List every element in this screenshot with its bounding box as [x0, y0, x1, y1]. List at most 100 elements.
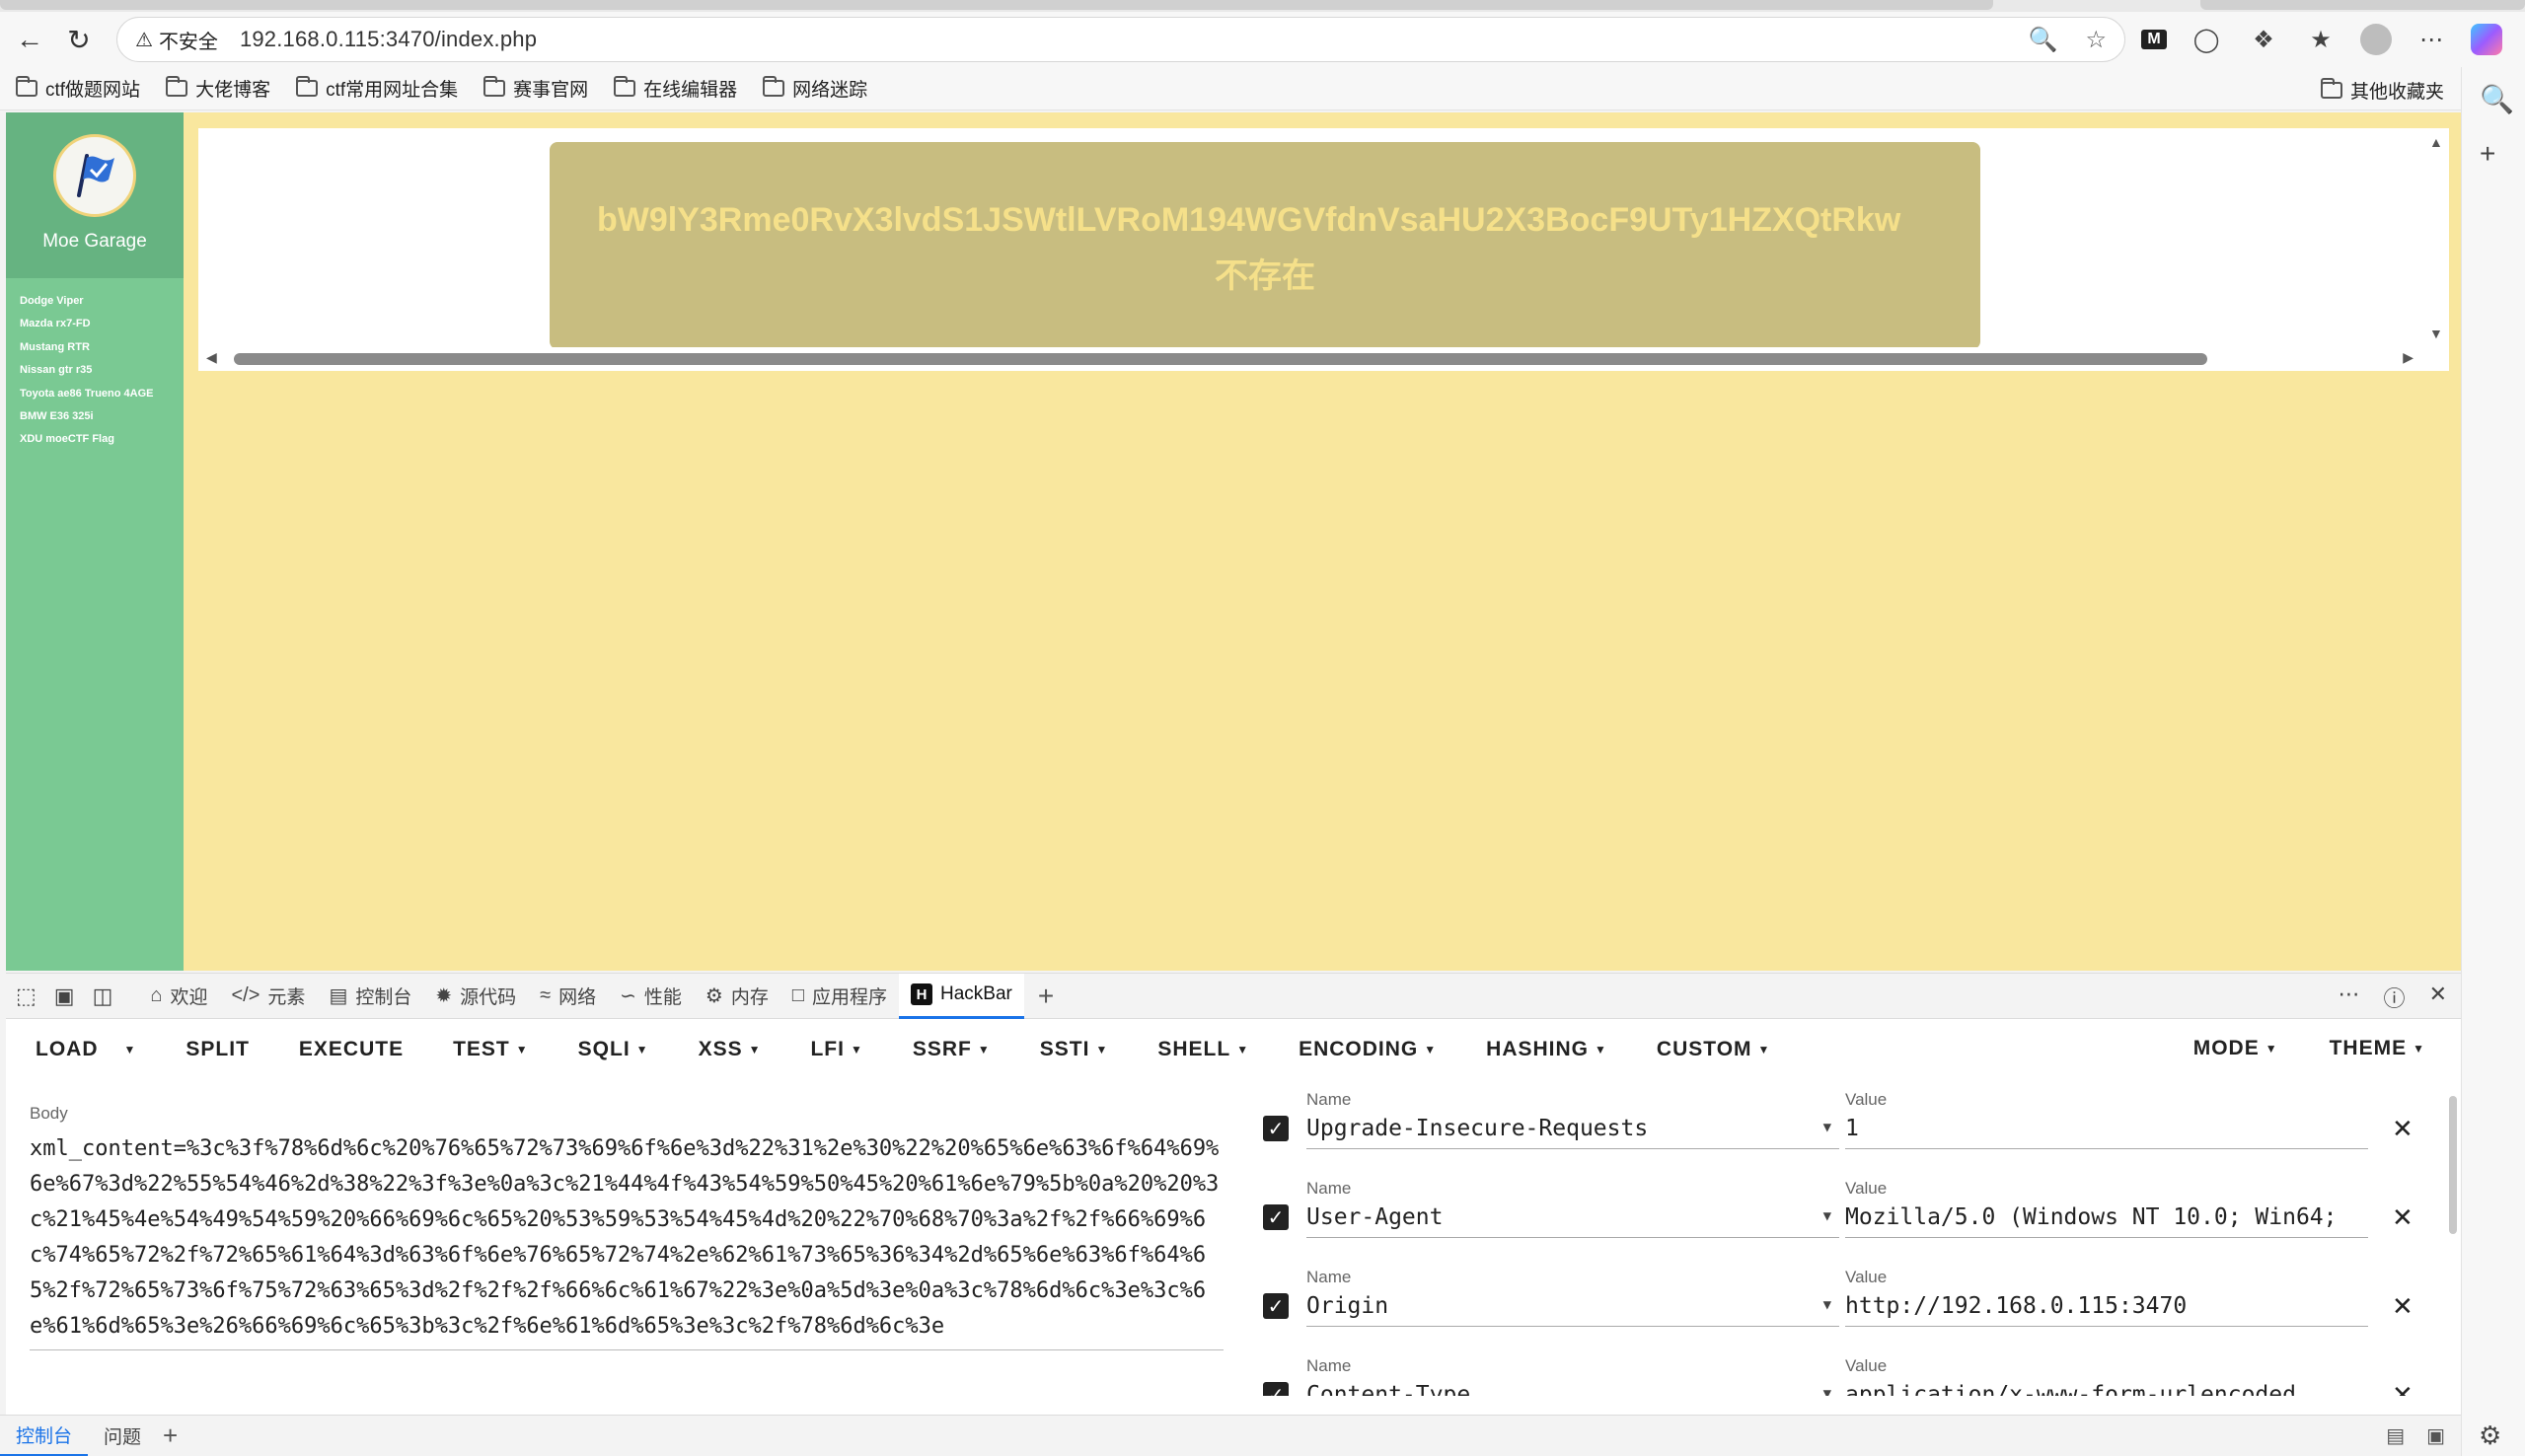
- more-icon[interactable]: ⋯: [2414, 22, 2449, 57]
- undock-icon[interactable]: ▤: [2386, 1423, 2405, 1448]
- scroll-left-icon[interactable]: ◀: [206, 349, 217, 366]
- tab-memory[interactable]: ⚙ 内存: [694, 974, 780, 1019]
- bookmark-folder[interactable]: 赛事官网: [483, 75, 588, 102]
- circle-extension-icon[interactable]: ◯: [2189, 22, 2224, 57]
- tab-network[interactable]: ≈ 网络: [528, 974, 608, 1019]
- header-value-field[interactable]: Mozilla/5.0 (Windows NT 10.0; Win64;: [1845, 1204, 2368, 1238]
- mode-menu[interactable]: MODE ▼: [2193, 1037, 2278, 1060]
- close-icon[interactable]: ✕: [2392, 1114, 2414, 1144]
- header-enabled-checkbox[interactable]: ✓: [1263, 1293, 1289, 1319]
- car-link-bmw-e36[interactable]: BMW E36 325i: [20, 405, 184, 428]
- shell-menu[interactable]: SHELL ▼: [1157, 1038, 1249, 1061]
- car-link-moectf-flag[interactable]: XDU moeCTF Flag: [20, 428, 184, 451]
- test-menu[interactable]: TEST ▼: [453, 1038, 529, 1061]
- drawer-tab-issues[interactable]: 问题: [88, 1416, 157, 1456]
- bookmark-folder[interactable]: 大佬博客: [166, 75, 270, 102]
- horizontal-scrollbar[interactable]: ◀ ▶: [198, 347, 2449, 371]
- header-name-field[interactable]: Content-Type ▼: [1306, 1382, 1839, 1396]
- reload-icon[interactable]: ↻: [59, 20, 99, 59]
- header-enabled-checkbox[interactable]: ✓: [1263, 1204, 1289, 1230]
- theme-menu[interactable]: THEME ▼: [2330, 1037, 2425, 1060]
- car-link-toyota-ae86[interactable]: Toyota ae86 Trueno 4AGE: [20, 383, 184, 405]
- tab-welcome[interactable]: ⌂ 欢迎: [138, 974, 219, 1019]
- other-bookmarks[interactable]: 其他收藏夹: [2320, 77, 2444, 104]
- chevron-down-icon[interactable]: ▼: [1823, 1120, 1831, 1135]
- chevron-down-icon[interactable]: ▼: [1823, 1386, 1831, 1396]
- tab-hackbar[interactable]: H HackBar: [898, 973, 1024, 1019]
- lfi-menu[interactable]: LFI ▼: [810, 1038, 862, 1061]
- close-icon[interactable]: ✕: [2392, 1380, 2414, 1396]
- more-icon[interactable]: ⋯: [2339, 982, 2360, 1013]
- address-bar[interactable]: ⚠ 不安全 192.168.0.115:3470/index.php 🔍 ☆: [116, 17, 2125, 62]
- tab-console[interactable]: ▤ 控制台: [317, 974, 423, 1019]
- car-link-mustang-rtr[interactable]: Mustang RTR: [20, 336, 184, 359]
- hashing-menu[interactable]: HASHING ▼: [1486, 1038, 1607, 1061]
- settings-gear-icon[interactable]: ⚙: [2479, 1420, 2501, 1451]
- close-icon[interactable]: ✕: [2392, 1202, 2414, 1233]
- content-iframe[interactable]: bW9lY3Rme0RvX3lvdS1JSWtlLVRoM194WGVfdnVs…: [198, 128, 2449, 365]
- collapse-icon[interactable]: ▣: [2426, 1423, 2445, 1448]
- device-emulation-icon[interactable]: ▣: [54, 983, 75, 1009]
- header-value-field[interactable]: 1: [1845, 1116, 2368, 1149]
- car-link-mazda-rx7[interactable]: Mazda rx7-FD: [20, 313, 184, 335]
- scroll-up-icon[interactable]: ▲: [2429, 134, 2443, 150]
- extension-m-icon[interactable]: M: [2141, 30, 2167, 49]
- encoding-menu[interactable]: ENCODING ▼: [1299, 1038, 1437, 1061]
- tab-application[interactable]: □ 应用程序: [780, 974, 899, 1019]
- xss-menu[interactable]: XSS ▼: [699, 1038, 762, 1061]
- favorites-icon[interactable]: ★: [2303, 22, 2339, 57]
- help-icon[interactable]: ⓘ: [2384, 982, 2406, 1013]
- header-name-field[interactable]: Upgrade-Insecure-Requests ▼: [1306, 1116, 1839, 1149]
- copilot-icon[interactable]: [2471, 24, 2502, 55]
- ssti-menu[interactable]: SSTI ▼: [1040, 1038, 1109, 1061]
- close-icon[interactable]: ✕: [2429, 982, 2447, 1013]
- vertical-scrollbar[interactable]: ▲ ▼: [2425, 128, 2449, 365]
- header-value-field[interactable]: application/x-www-form-urlencoded: [1845, 1382, 2368, 1396]
- add-tab-icon[interactable]: +: [1038, 981, 1054, 1012]
- favorite-star-icon[interactable]: ☆: [2085, 26, 2107, 54]
- caret-down-icon[interactable]: ▼: [124, 1043, 137, 1056]
- drawer-tab-console[interactable]: 控制台: [0, 1416, 89, 1456]
- header-enabled-checkbox[interactable]: ✓: [1263, 1116, 1289, 1141]
- close-icon[interactable]: ✕: [2392, 1291, 2414, 1322]
- car-link-nissan-gtr[interactable]: Nissan gtr r35: [20, 359, 184, 382]
- chevron-down-icon[interactable]: ▼: [1823, 1297, 1831, 1313]
- inspect-icon[interactable]: ⬚: [16, 983, 37, 1009]
- chevron-down-icon[interactable]: ▼: [1823, 1208, 1831, 1224]
- bookmark-folder[interactable]: 网络迷踪: [763, 75, 867, 102]
- sqli-menu[interactable]: SQLI ▼: [578, 1038, 649, 1061]
- security-indicator[interactable]: ⚠ 不安全: [135, 26, 218, 54]
- url-text[interactable]: 192.168.0.115:3470/index.php: [240, 27, 537, 52]
- tab-sources[interactable]: ✹ 源代码: [423, 974, 528, 1019]
- caret-down-icon: ▼: [1595, 1043, 1607, 1057]
- zoom-icon[interactable]: 🔍: [2029, 26, 2058, 54]
- puzzle-icon[interactable]: ❖: [2246, 22, 2281, 57]
- execute-button[interactable]: EXECUTE: [299, 1038, 404, 1061]
- devtools-scrollbar[interactable]: [2449, 1096, 2457, 1234]
- bookmark-folder[interactable]: 在线编辑器: [614, 75, 737, 102]
- body-textarea[interactable]: xml_content=%3c%3f%78%6d%6c%20%76%65%72%…: [30, 1131, 1224, 1350]
- tab-performance[interactable]: ∽ 性能: [608, 974, 694, 1019]
- split-button[interactable]: SPLIT: [186, 1038, 250, 1061]
- profile-avatar[interactable]: [2360, 24, 2392, 55]
- dock-icon[interactable]: ◫: [93, 983, 113, 1009]
- scrollbar-thumb[interactable]: [234, 353, 2207, 365]
- scroll-right-icon[interactable]: ▶: [2403, 349, 2414, 366]
- load-button[interactable]: LOAD ▼: [36, 1038, 136, 1061]
- add-icon[interactable]: +: [2480, 138, 2495, 170]
- header-name-field[interactable]: Origin ▼: [1306, 1293, 1839, 1327]
- custom-menu[interactable]: CUSTOM ▼: [1657, 1038, 1771, 1061]
- bookmark-folder[interactable]: ctf做题网站: [16, 75, 140, 102]
- tab-elements[interactable]: </> 元素: [220, 974, 318, 1019]
- active-tab[interactable]: [0, 0, 1993, 10]
- header-enabled-checkbox[interactable]: ✓: [1263, 1382, 1289, 1396]
- add-drawer-tab-icon[interactable]: +: [163, 1420, 178, 1451]
- header-name-field[interactable]: User-Agent ▼: [1306, 1204, 1839, 1238]
- ssrf-menu[interactable]: SSRF ▼: [913, 1038, 991, 1061]
- back-icon[interactable]: ←: [10, 20, 49, 59]
- scroll-down-icon[interactable]: ▼: [2429, 326, 2443, 341]
- bookmark-folder[interactable]: ctf常用网址合集: [296, 75, 458, 102]
- search-icon[interactable]: 🔍: [2480, 83, 2514, 115]
- car-link-dodge-viper[interactable]: Dodge Viper: [20, 290, 184, 313]
- header-value-field[interactable]: http://192.168.0.115:3470: [1845, 1293, 2368, 1327]
